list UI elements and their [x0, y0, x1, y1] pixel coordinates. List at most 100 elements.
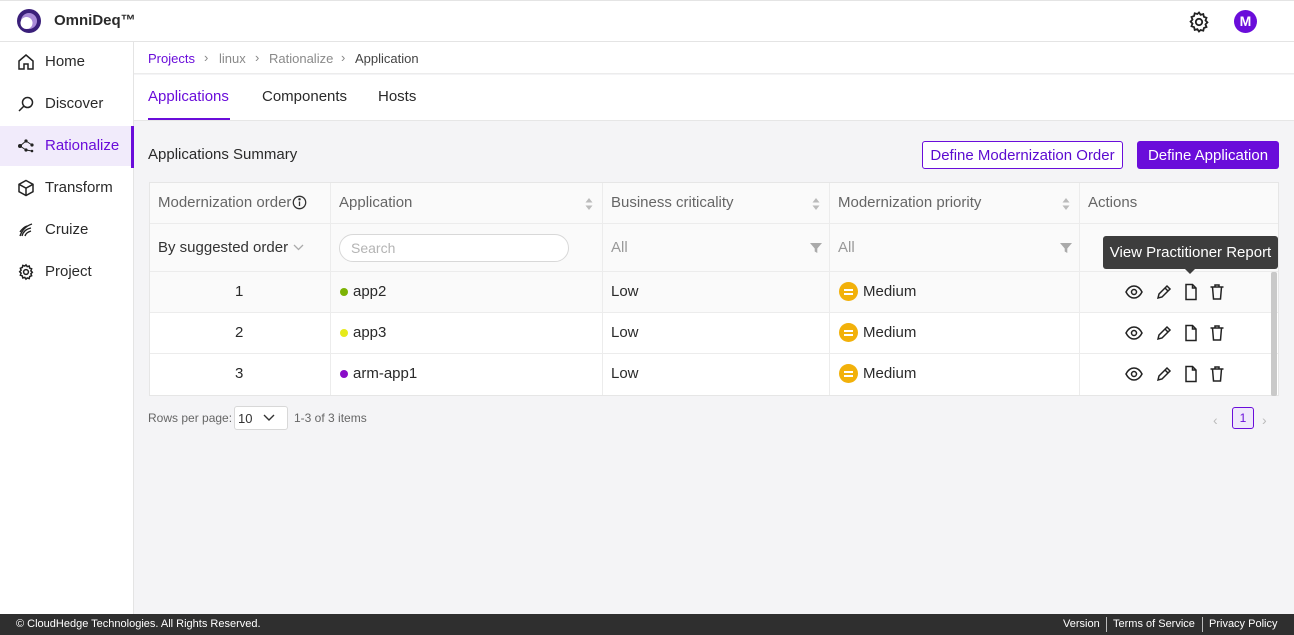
column-header-label: Business criticality — [611, 194, 734, 211]
medium-priority-icon — [839, 364, 858, 383]
column-header-business-criticality[interactable]: Business criticality — [603, 183, 830, 223]
table-scrollbar[interactable] — [1271, 272, 1277, 396]
table-row: 2 app3 Low Medium — [150, 313, 1278, 354]
tab-hosts[interactable]: Hosts — [378, 88, 416, 105]
next-page-chevron-icon[interactable]: › — [1262, 412, 1267, 428]
table-row: 3 arm-app1 Low Medium — [150, 354, 1278, 395]
tab-applications[interactable]: Applications — [148, 88, 229, 105]
sidebar-item-transform[interactable]: Transform — [0, 168, 134, 208]
criticality-cell: Low — [603, 313, 830, 354]
user-avatar[interactable]: M — [1234, 10, 1257, 33]
sort-icon[interactable] — [585, 197, 593, 211]
delete-trash-icon[interactable] — [1208, 283, 1226, 301]
view-eye-icon[interactable] — [1125, 324, 1143, 342]
column-header-label: Modernization priority — [838, 194, 982, 211]
delete-trash-icon[interactable] — [1208, 324, 1226, 342]
view-eye-icon[interactable] — [1125, 283, 1143, 301]
sidebar: Home Discover Rationalize Transform Crui… — [0, 42, 134, 614]
active-tab-indicator — [148, 118, 230, 120]
criticality-value: Low — [611, 283, 639, 300]
applications-table: Modernization order Application Business… — [149, 182, 1279, 396]
settings-gear-icon[interactable] — [1187, 10, 1211, 34]
application-color-dot — [340, 370, 348, 378]
practitioner-report-icon[interactable] — [1182, 365, 1200, 383]
filter-funnel-icon[interactable] — [1060, 242, 1072, 254]
define-application-button[interactable]: Define Application — [1137, 141, 1279, 169]
column-header-application[interactable]: Application — [331, 183, 603, 223]
application-name: arm-app1 — [353, 365, 418, 382]
footer-link-terms[interactable]: Terms of Service — [1113, 618, 1195, 630]
breadcrumb-rationalize[interactable]: Rationalize — [269, 51, 333, 66]
application-name: app3 — [353, 324, 387, 341]
order-select[interactable]: By suggested order — [158, 239, 288, 256]
tab-components[interactable]: Components — [262, 88, 347, 105]
order-cell: 2 — [150, 313, 331, 354]
discover-icon — [18, 96, 34, 112]
priority-filter-value[interactable]: All — [838, 239, 855, 256]
application-search-input[interactable] — [339, 234, 569, 262]
sidebar-item-label: Cruize — [45, 221, 89, 238]
priority-cell: Medium — [830, 272, 1080, 313]
sort-icon[interactable] — [1062, 197, 1070, 211]
criticality-value: Low — [611, 365, 639, 382]
breadcrumb-current: Application — [355, 51, 419, 66]
breadcrumb-projects[interactable]: Projects — [148, 51, 195, 66]
priority-value: Medium — [863, 324, 917, 341]
home-icon — [18, 54, 34, 70]
priority-filter-cell: All — [830, 224, 1080, 272]
order-value: 2 — [235, 324, 244, 341]
order-cell: 1 — [150, 272, 331, 313]
practitioner-report-icon[interactable] — [1182, 324, 1200, 342]
footer-divider — [1202, 617, 1203, 632]
info-icon[interactable] — [292, 195, 307, 210]
column-header-modernization-priority[interactable]: Modernization priority — [830, 183, 1080, 223]
application-name: app2 — [353, 283, 387, 300]
sidebar-item-rationalize[interactable]: Rationalize — [0, 126, 134, 168]
delete-trash-icon[interactable] — [1208, 365, 1226, 383]
sidebar-item-label: Rationalize — [45, 137, 120, 154]
page-number-button[interactable]: 1 — [1232, 407, 1254, 429]
criticality-value: Low — [611, 324, 639, 341]
application-cell: arm-app1 — [331, 354, 603, 395]
breadcrumb-separator: › — [204, 50, 209, 65]
edit-pencil-icon[interactable] — [1155, 283, 1173, 301]
application-color-dot — [340, 288, 348, 296]
edit-pencil-icon[interactable] — [1155, 365, 1173, 383]
chevron-down-icon[interactable] — [293, 244, 304, 251]
practitioner-report-tooltip: View Practitioner Report — [1103, 236, 1278, 274]
omnideq-logo-icon — [17, 9, 41, 33]
actions-cell — [1080, 272, 1278, 313]
sidebar-item-discover[interactable]: Discover — [0, 84, 134, 124]
sidebar-item-cruize[interactable]: Cruize — [0, 210, 134, 250]
sidebar-item-project[interactable]: Project — [0, 252, 134, 292]
column-header-label: Actions — [1088, 194, 1138, 211]
items-range-text: 1-3 of 3 items — [294, 411, 367, 425]
medium-priority-icon — [839, 282, 858, 301]
applications-summary-title: Applications Summary — [148, 146, 298, 163]
sidebar-item-label: Discover — [45, 95, 104, 112]
view-eye-icon[interactable] — [1125, 365, 1143, 383]
table-row: 1 app2 Low Medium — [150, 272, 1278, 313]
filter-funnel-icon[interactable] — [810, 242, 822, 254]
order-value: 3 — [235, 365, 244, 382]
criticality-filter-value[interactable]: All — [611, 239, 628, 256]
priority-cell: Medium — [830, 354, 1080, 395]
sidebar-item-home[interactable]: Home — [0, 42, 134, 82]
order-filter-cell: By suggested order — [150, 224, 331, 272]
top-bar: OmniDeq™ M — [0, 0, 1294, 42]
sidebar-item-label: Project — [45, 263, 92, 280]
application-cell: app2 — [331, 272, 603, 313]
breadcrumb-project-name[interactable]: linux — [219, 51, 246, 66]
practitioner-report-icon[interactable] — [1182, 283, 1200, 301]
rows-per-page-select[interactable]: 10 — [234, 406, 288, 430]
footer-link-version[interactable]: Version — [1063, 618, 1100, 630]
copyright-text: © CloudHedge Technologies. All Rights Re… — [16, 618, 261, 630]
previous-page-chevron-icon[interactable]: ‹ — [1213, 412, 1218, 428]
order-value: 1 — [235, 283, 244, 300]
define-modernization-order-button[interactable]: Define Modernization Order — [922, 141, 1123, 169]
footer-link-privacy[interactable]: Privacy Policy — [1209, 618, 1277, 630]
edit-pencil-icon[interactable] — [1155, 324, 1173, 342]
priority-value: Medium — [863, 283, 917, 300]
priority-value: Medium — [863, 365, 917, 382]
sort-icon[interactable] — [812, 197, 820, 211]
